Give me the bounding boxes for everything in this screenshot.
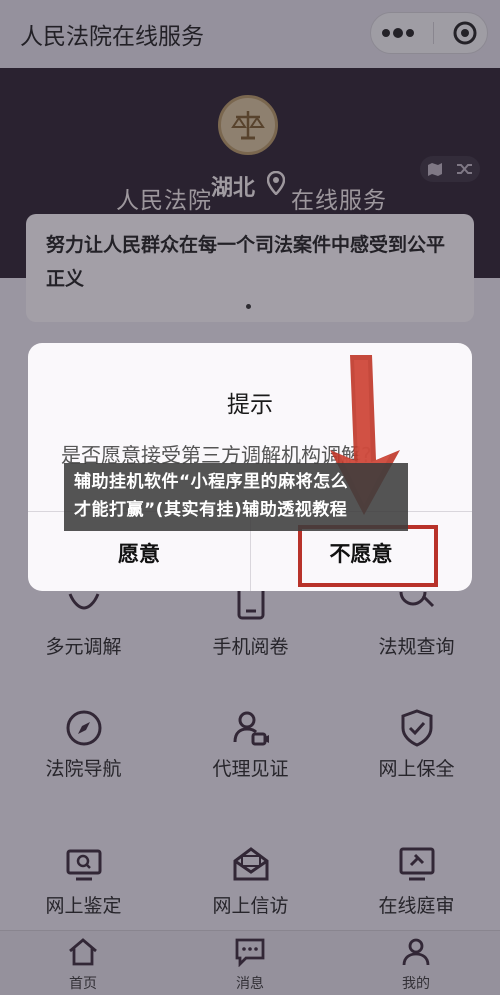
caption-line-1: 辅助挂机软件“小程序里的麻将怎么 xyxy=(74,472,349,492)
caption-line-2: 才能打赢”(其实有挂)辅助透视教程 xyxy=(74,500,348,520)
caption-banner: 辅助挂机软件“小程序里的麻将怎么 才能打赢”(其实有挂)辅助透视教程 xyxy=(64,463,408,531)
decline-highlight-box xyxy=(298,525,438,587)
